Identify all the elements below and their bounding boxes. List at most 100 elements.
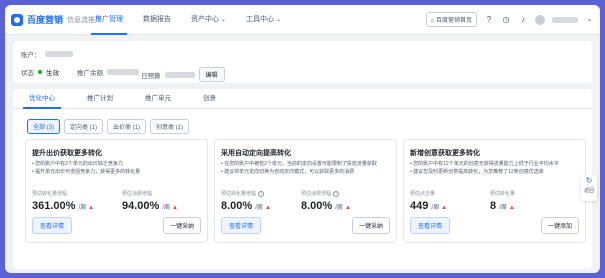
nav-label: 推广管理 xyxy=(95,16,123,23)
help-icon[interactable]: ? xyxy=(258,191,265,197)
account-name-redacted xyxy=(44,51,73,57)
tab-ad-groups[interactable]: 推广单元 xyxy=(129,89,187,108)
suggestion-card-bid: 提升出价获取更多转化 • 您的账户中有2个单元的出价缺乏竞争力 • 提升单元出价… xyxy=(25,139,208,243)
nav-label: 工具中心 xyxy=(246,16,275,23)
optimization-panel: 优化中心 推广计划 推广单元 创意 全部 (3) 定向类 (1) 出价类 (1)… xyxy=(13,89,592,269)
status-dot-icon xyxy=(38,70,42,74)
question-icon[interactable]: ? xyxy=(484,15,494,24)
metric-label: 预估转化量增幅 xyxy=(221,191,257,197)
metric-label: 预估转化量 xyxy=(490,191,516,197)
metric-value: 8.00% xyxy=(301,200,333,212)
view-details-button[interactable]: 查看详情 xyxy=(32,217,73,234)
card-bullets: • 您的账户中有2个单元的出价缺乏竞争力 • 提升单元出价可增强竞争力，获得更多… xyxy=(32,160,204,176)
apply-suggestion-button[interactable]: 一键采纳 xyxy=(162,217,201,234)
tab-campaigns[interactable]: 推广计划 xyxy=(71,89,129,108)
view-details-button[interactable]: 查看详情 xyxy=(410,217,451,234)
back-label: 返回 xyxy=(583,188,594,194)
metric-value: 8 xyxy=(490,200,497,212)
account-info-panel: 账户： 状态 生效 推广余额 日预算 编辑 xyxy=(13,41,592,83)
view-details-button[interactable]: 查看详情 xyxy=(221,217,262,234)
chevron-down-icon: ⌄ xyxy=(221,17,227,23)
metric-secondary: 预估消费增幅 94.00% /周 ▲ xyxy=(122,190,178,212)
account-row: 账户： xyxy=(21,49,73,59)
metric-value: 361.00% xyxy=(32,200,76,212)
filter-targeting[interactable]: 定向类 (1) xyxy=(64,119,104,134)
card-bullets: • 在您的账户中被检2个单元，当前的定向设置可能限制了投放流量获取 • 建议将单… xyxy=(221,160,393,176)
card-title: 新增创意获取更多转化 xyxy=(410,150,480,157)
nav-item-report[interactable]: 数据报告 xyxy=(133,5,181,35)
metric-secondary: 预估消费增幅? 8.00% /周 ▲ xyxy=(301,190,351,212)
suggestion-cards: 提升出价获取更多转化 • 您的账户中有2个单元的出价缺乏竞争力 • 提升单元出价… xyxy=(25,139,586,243)
bell-icon[interactable]: ♪ xyxy=(518,15,528,24)
add-creative-button[interactable]: 一键添加 xyxy=(540,217,579,234)
card-bullet: • 建议将单元定向切换为自动定向模式，可以获取更多的消费 xyxy=(221,169,355,175)
filter-chips: 全部 (3) 定向类 (1) 出价类 (1) 创意类 (1) xyxy=(27,119,190,134)
metric-value: 449 xyxy=(410,200,429,212)
balance-label: 推广余额 xyxy=(77,70,103,77)
metric-label: 预估消费增幅 xyxy=(301,191,332,197)
trend-up-icon: ▲ xyxy=(264,205,271,211)
metric-value: 94.00% xyxy=(122,200,160,212)
nav-item-promotion[interactable]: 推广管理 xyxy=(85,5,133,35)
edit-budget-button[interactable]: 编辑 xyxy=(198,67,225,82)
nav-item-assets[interactable]: 资产中心 ⌄ xyxy=(181,5,236,35)
metric-primary: 预估点击量 449 /周 ▲ xyxy=(410,190,447,212)
trend-up-icon: ▲ xyxy=(441,205,448,211)
balance-redacted xyxy=(107,69,139,75)
card-bullets: • 您的账户中有12个单元的创意无获得流量能力上低于行业平均水平 • 建议您及时… xyxy=(410,160,582,176)
metric-label: 预估点击量 xyxy=(410,191,436,197)
card-bullet: • 您的账户中有12个单元的创意无获得流量能力上低于行业平均水平 xyxy=(410,161,559,167)
help-icon[interactable]: ? xyxy=(333,191,340,197)
app-window: 百度营销 信息流推广 推广管理 数据报告 资产中心 ⌄ 工具中心 ⌄ ⌂ 百度营销首… xyxy=(5,5,600,273)
metric-label: 预估转化量增幅 xyxy=(32,191,68,197)
card-bullet: • 您的账户中有2个单元的出价缺乏竞争力 xyxy=(32,161,123,167)
tab-optimization-center[interactable]: 优化中心 xyxy=(13,89,71,109)
username-redacted[interactable] xyxy=(551,16,578,23)
card-bullet: • 在您的账户中被检2个单元，当前的定向设置可能限制了投放流量获取 xyxy=(221,161,377,167)
status-row: 状态 生效 xyxy=(21,67,59,77)
homepage-label: 百度营销首页 xyxy=(435,18,472,24)
budget-label: 日预算 xyxy=(141,72,161,80)
return-icon: ↻ xyxy=(585,176,593,185)
top-navbar: 百度营销 信息流推广 推广管理 数据报告 资产中心 ⌄ 工具中心 ⌄ ⌂ 百度营销首… xyxy=(5,5,600,35)
avatar[interactable] xyxy=(534,14,545,25)
filter-creative[interactable]: 创意类 (1) xyxy=(150,119,190,134)
metric-value: 8.00% xyxy=(221,200,253,212)
suggestion-card-creative: 新增创意获取更多转化 • 您的账户中有12个单元的创意无获得流量能力上低于行业平… xyxy=(403,139,586,243)
card-title: 采用自动定向提高转化 xyxy=(221,150,291,157)
baidu-logo-icon xyxy=(11,13,23,26)
card-title: 提升出价获取更多转化 xyxy=(32,150,102,157)
metric-unit: /周 xyxy=(255,205,263,211)
budget-redacted xyxy=(164,71,195,78)
metric-unit: /周 xyxy=(335,205,343,211)
filter-all[interactable]: 全部 (3) xyxy=(27,119,61,134)
status-value: 生效 xyxy=(46,70,59,77)
metric-secondary: 预估转化量 8 /周 ▲ xyxy=(490,190,515,212)
trend-up-icon: ▲ xyxy=(88,205,95,211)
nav-label: 数据报告 xyxy=(143,16,171,23)
balance-row: 推广余额 xyxy=(77,67,139,77)
nav-item-tools[interactable]: 工具中心 ⌄ xyxy=(236,5,291,35)
metric-primary: 预估转化量增幅? 8.00% /周 ▲ xyxy=(221,190,271,212)
back-float-button[interactable]: ↻ 返回 xyxy=(581,175,597,201)
trend-up-icon: ▲ xyxy=(172,205,178,211)
suggestion-card-targeting: 采用自动定向提高转化 • 在您的账户中被检2个单元，当前的定向设置可能限制了投放… xyxy=(214,139,397,243)
brand-name: 百度营销 xyxy=(27,15,64,25)
chevron-down-icon[interactable]: ⌄ xyxy=(587,16,592,23)
clock-icon[interactable]: ◷ xyxy=(501,15,511,24)
trend-up-icon: ▲ xyxy=(344,205,351,211)
metric-label: 预估消费增幅 xyxy=(122,191,153,197)
metric-unit: /周 xyxy=(78,205,87,211)
homepage-button[interactable]: ⌂ 百度营销首页 xyxy=(425,12,477,27)
trend-up-icon: ▲ xyxy=(508,205,515,211)
metric-unit: /周 xyxy=(162,205,171,211)
metric-unit: /周 xyxy=(499,205,507,211)
metric-primary: 预估转化量增幅 361.00% /周 ▲ xyxy=(32,190,94,212)
tab-creatives[interactable]: 创意 xyxy=(187,89,232,108)
main-nav: 推广管理 数据报告 资产中心 ⌄ 工具中心 ⌄ xyxy=(85,5,291,35)
status-label: 状态 xyxy=(21,70,34,77)
nav-label: 资产中心 xyxy=(191,16,219,23)
apply-suggestion-button[interactable]: 一键采纳 xyxy=(351,217,390,234)
filter-bidding[interactable]: 出价类 (1) xyxy=(107,119,147,134)
top-right-actions: ⌂ 百度营销首页 ? ◷ ♪ ⌄ xyxy=(425,12,592,27)
